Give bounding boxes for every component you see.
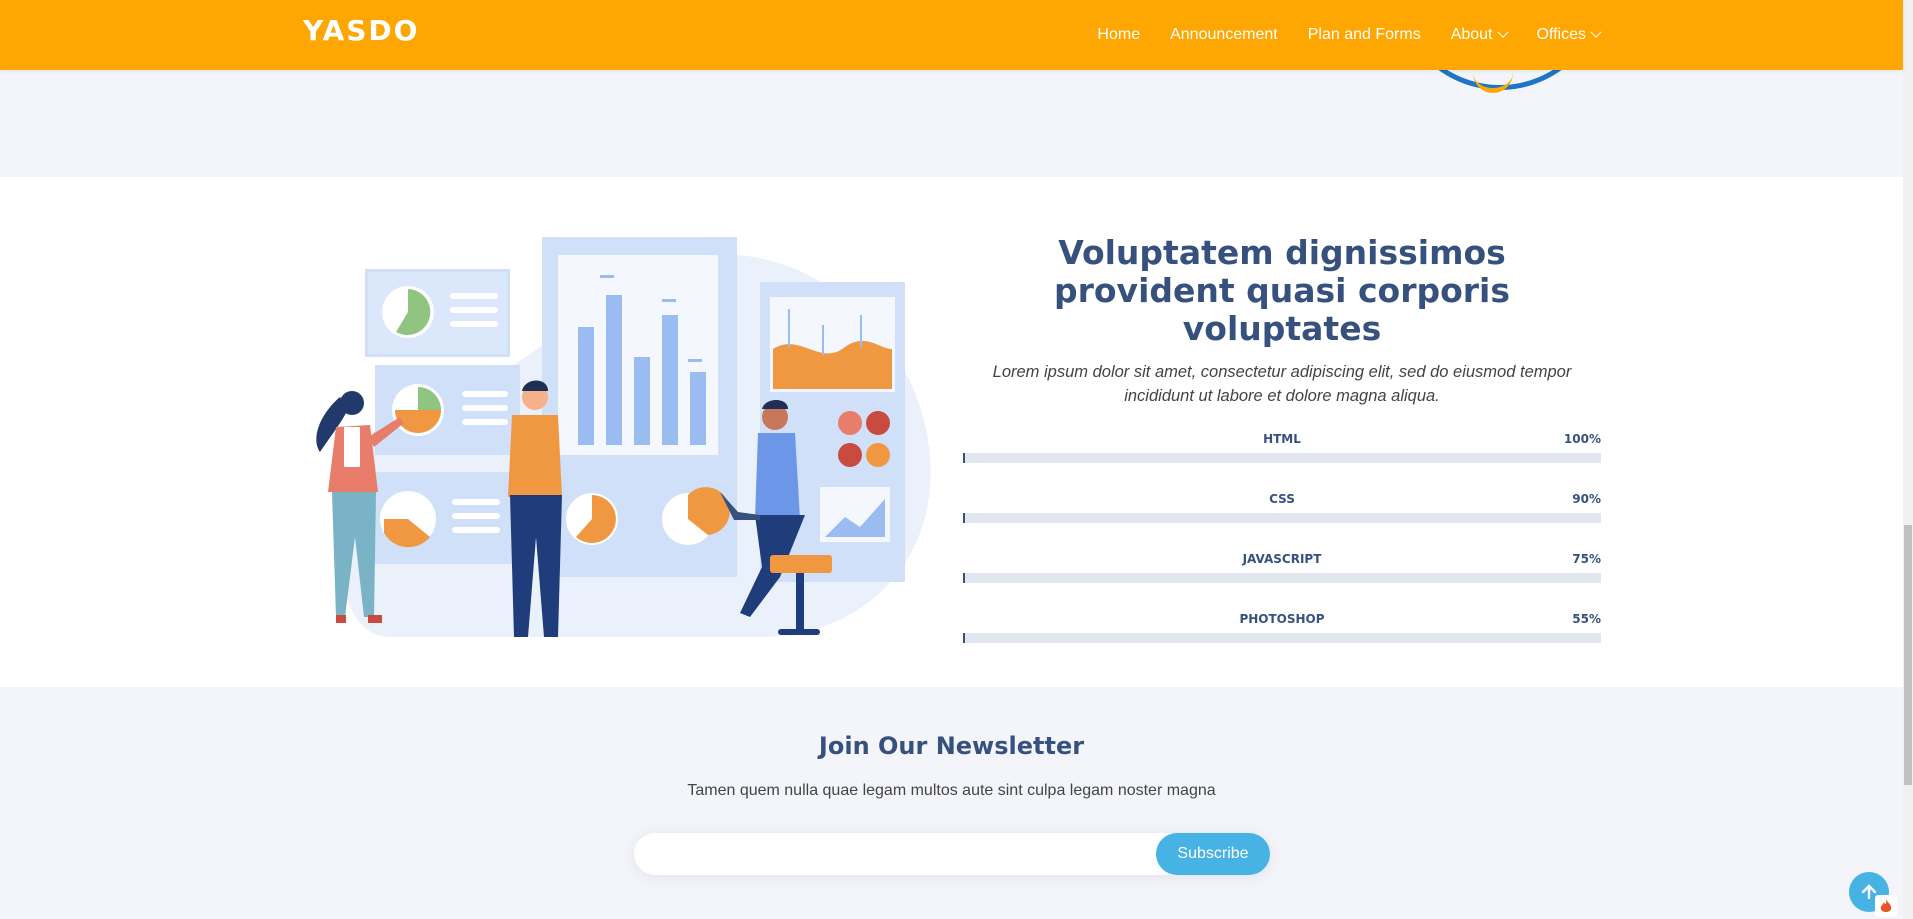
skill-value: 100% (1563, 432, 1601, 446)
skill-name: HTML (1263, 432, 1301, 446)
chevron-down-icon (1496, 26, 1509, 38)
nav-about[interactable]: About (1450, 26, 1509, 44)
progress-track (963, 513, 1601, 523)
section-description: Lorem ipsum dolor sit amet, consectetur … (992, 363, 1572, 405)
skills-content: Voluptatem dignissimos provident quasi c… (963, 234, 1601, 666)
nav-label: Offices (1536, 26, 1587, 43)
nav-plan-and-forms[interactable]: Plan and Forms (1308, 26, 1421, 44)
progress-track (963, 453, 1601, 463)
analytics-illustration (316, 237, 931, 637)
skill-bar-css: CSS 90% (963, 486, 1601, 546)
progress-fill (963, 633, 965, 643)
email-input[interactable] (654, 833, 1078, 877)
skill-name: CSS (1269, 492, 1295, 506)
section-title: Voluptatem dignissimos provident quasi c… (1053, 233, 1510, 348)
skill-name: JAVASCRIPT (1242, 552, 1322, 566)
flame-shape (1880, 899, 1892, 912)
skill-name: PHOTOSHOP (1239, 612, 1325, 626)
page-scrollbar[interactable] (1903, 0, 1913, 919)
progress-track (963, 633, 1601, 643)
nav-offices[interactable]: Offices (1536, 26, 1602, 44)
skill-bar-html: HTML 100% (963, 426, 1601, 486)
site-header: YASDO Home Announcement Plan and Forms A… (0, 0, 1903, 70)
nav-label: Home (1097, 26, 1141, 43)
skill-bar-photoshop: PHOTOSHOP 55% (963, 606, 1601, 666)
nav-label: About (1450, 26, 1493, 43)
skills-section: Voluptatem dignissimos provident quasi c… (0, 177, 1903, 687)
subscribe-button[interactable]: Subscribe (1156, 833, 1270, 875)
progress-track (963, 573, 1601, 583)
newsletter-title: Join Our Newsletter (818, 732, 1085, 760)
progress-fill (963, 573, 965, 583)
nav-announcement[interactable]: Announcement (1170, 26, 1278, 44)
skill-bars: HTML 100% CSS 90% JAVASCRIPT 75% PHOTOSH… (963, 426, 1601, 666)
newsletter-section: Join Our Newsletter Tamen quem nulla qua… (0, 687, 1903, 919)
scrollbar-thumb[interactable] (1904, 525, 1912, 785)
main-nav: Home Announcement Plan and Forms About O… (1067, 0, 1602, 70)
skill-value: 55% (1572, 612, 1601, 626)
progress-fill (963, 513, 965, 523)
skill-value: 90% (1572, 492, 1601, 506)
hero-image-edge-detail (1473, 72, 1513, 93)
progress-fill (963, 453, 965, 463)
skill-value: 75% (1572, 552, 1601, 566)
chevron-down-icon (1590, 26, 1602, 38)
nav-home[interactable]: Home (1097, 26, 1140, 44)
fire-icon[interactable] (1875, 895, 1897, 917)
nav-label: Announcement (1170, 26, 1278, 43)
nav-label: Plan and Forms (1307, 26, 1421, 43)
skill-bar-javascript: JAVASCRIPT 75% (963, 546, 1601, 606)
logo[interactable]: YASDO (303, 14, 419, 47)
newsletter-form: Subscribe (634, 833, 1270, 877)
newsletter-text: Tamen quem nulla quae legam multos aute … (687, 782, 1216, 799)
